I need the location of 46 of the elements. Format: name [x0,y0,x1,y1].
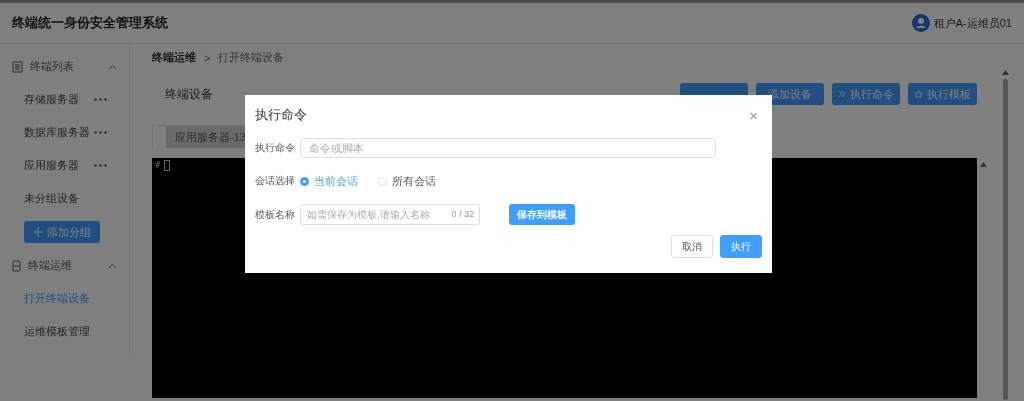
close-button[interactable]: × [745,106,762,124]
radio-icon[interactable] [300,176,309,186]
terminal-prompt: # [155,160,161,170]
field-label: 模板名称 [255,207,296,222]
sidebar-item[interactable]: 应用服务器 [24,158,79,173]
sidebar-item[interactable]: 数据库服务器 [24,125,90,140]
list-icon [12,60,23,73]
radio-option[interactable]: 当前会话 [300,173,358,189]
command-input-field[interactable]: 命令或脚本 [300,138,716,158]
scroll-up-icon[interactable] [1001,70,1009,75]
sidebar-item[interactable]: 未分组设备 [24,191,79,206]
star-icon [914,89,923,99]
caret-icon[interactable] [108,63,117,70]
toolbar-button[interactable]: 执行模板 [908,83,977,105]
user-avatar-icon[interactable] [911,14,930,32]
breadcrumb-item[interactable]: 终端运维 [152,50,196,65]
sidebar-section-title[interactable]: 终端列表 [30,59,101,74]
execute-button[interactable]: 执行 [720,235,762,258]
cancel-button[interactable]: 取消 [671,235,713,258]
more-icon[interactable] [94,131,107,134]
more-icon[interactable] [94,98,107,101]
chevrons-icon [838,90,846,98]
dialog-title: 执行命令 [255,106,307,124]
toolbar-button[interactable]: 执行命令 [832,83,900,105]
sidebar-section-title[interactable]: 终端运维 [28,258,101,273]
save-template-button[interactable]: 保存到模板 [509,204,575,225]
page-title: 终端设备 [164,85,213,103]
scrollbar-thumb[interactable] [1002,79,1008,400]
sidebar-item[interactable]: 打开终端设备 [24,291,90,306]
breadcrumb-separator: > [204,51,211,64]
app-title: 终端统一身份安全管理系统 [12,14,168,32]
add-group-button[interactable]: 添加分组 [24,221,100,243]
caret-icon[interactable] [108,262,117,269]
field-label: 执行命令 [255,141,296,155]
breadcrumb-item: 打开终端设备 [218,50,285,65]
character-count: 0 / 32 [451,209,474,219]
sidebar-item[interactable]: 运维模板管理 [24,324,90,339]
terminal-cursor [164,160,171,171]
more-icon[interactable] [94,164,107,167]
device-icon [12,259,21,272]
scroll-up-icon[interactable] [979,162,987,167]
sidebar-item[interactable]: 存储服务器 [24,92,79,107]
user-name[interactable]: 租户A-运维员01 [933,15,1012,31]
radio-option[interactable]: 所有会话 [378,173,436,189]
field-label: 会话选择 [255,174,296,188]
plus-icon [33,227,43,237]
